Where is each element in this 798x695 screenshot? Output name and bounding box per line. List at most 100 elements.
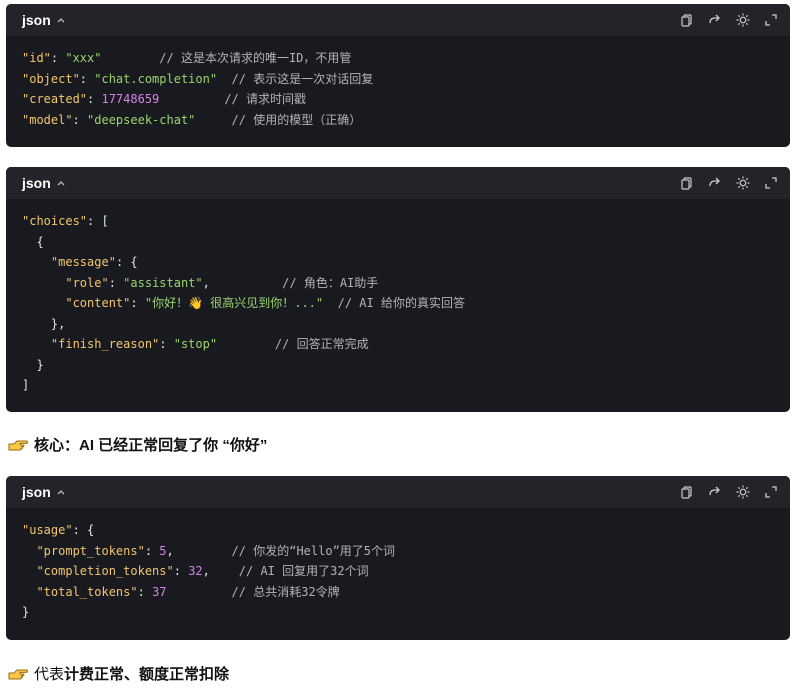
language-name: json: [22, 484, 51, 500]
code-token: // 表示这是一次对话回复: [231, 71, 374, 86]
code-token: :: [130, 296, 145, 310]
code-line: "completion_tokens": 32, // AI 回复用了32个词: [22, 564, 368, 578]
chevron-up-icon[interactable]: [55, 486, 67, 498]
code-token: 37: [152, 584, 167, 599]
code-token: }: [22, 605, 30, 619]
language-label[interactable]: json: [22, 12, 67, 28]
pointing-hand-icon: [8, 437, 28, 453]
code-tools: [680, 176, 778, 190]
code-token: // 角色：AI助手: [282, 275, 379, 290]
code-token: "total_tokens": [36, 584, 138, 599]
code-token: 17748659: [101, 92, 160, 106]
copy-icon[interactable]: [680, 485, 694, 499]
code-tools: [680, 13, 778, 27]
code-token: "你好！👋 很高兴见到你！...": [144, 296, 324, 310]
code-token: :: [72, 112, 88, 127]
code-line: "choices": [: [22, 214, 109, 228]
code-token: "object": [22, 71, 80, 86]
code-token: :: [79, 71, 95, 86]
core-note-text: 核心：AI 已经正常回复了你 “你好”: [34, 437, 268, 454]
code-block-2: json "choices": [ { "message": { "role":…: [6, 167, 790, 412]
code-token: :: [159, 337, 174, 351]
copy-icon[interactable]: [680, 13, 694, 27]
code-token: ,: [202, 564, 239, 578]
code-token: ,: [166, 543, 232, 558]
code-token: "model": [22, 112, 73, 127]
code-token: : {: [115, 255, 138, 269]
pointing-hand-icon: [8, 666, 28, 682]
code-token: "message": [50, 255, 116, 269]
code-line: "message": {: [22, 255, 138, 269]
code-token: 32: [188, 564, 203, 578]
code-token: "xxx": [65, 51, 102, 65]
code-token: // 你发的“Hello”用了5个词: [231, 543, 396, 558]
code-content: "usage": { "prompt_tokens": 5, // 你发的“He…: [6, 508, 790, 635]
code-token: "prompt_tokens": [36, 543, 145, 558]
expand-icon[interactable]: [764, 485, 778, 499]
code-token: "finish_reason": [50, 337, 160, 351]
code-token: "deepseek-chat": [87, 112, 196, 127]
code-line: "content": "你好！👋 很高兴见到你！..." // AI 给你的真实…: [22, 296, 465, 310]
code-line: "created": 17748659 // 请求时间戳: [22, 92, 306, 106]
redo-icon[interactable]: [708, 13, 722, 27]
code-token: // 总共消耗32令牌: [231, 584, 340, 599]
code-token: "choices": [22, 214, 88, 228]
code-line: "object": "chat.completion" // 表示这是一次对话回…: [22, 72, 373, 86]
code-line: },: [22, 317, 65, 331]
code-token: },: [22, 316, 66, 331]
redo-icon[interactable]: [708, 485, 722, 499]
language-label[interactable]: json: [22, 484, 67, 500]
code-line: }: [22, 357, 44, 372]
code-token: : [: [87, 214, 109, 228]
chevron-up-icon[interactable]: [55, 14, 67, 26]
theme-sun-icon[interactable]: [736, 176, 750, 190]
code-tools: [680, 485, 778, 499]
core-note: 核心：AI 已经正常回复了你 “你好”: [8, 434, 267, 455]
theme-sun-icon[interactable]: [736, 13, 750, 27]
code-line: "total_tokens": 37 // 总共消耗32令牌: [22, 584, 340, 599]
code-token: :: [108, 275, 124, 290]
code-token: // AI 给你的真实回答: [337, 296, 465, 310]
code-token: ]: [22, 378, 30, 392]
expand-icon[interactable]: [764, 176, 778, 190]
code-line: ]: [22, 378, 29, 392]
code-content: "id": "xxx" // 这是本次请求的唯一ID，不用管 "object":…: [6, 36, 790, 142]
expand-icon[interactable]: [764, 13, 778, 27]
code-token: :: [137, 584, 153, 599]
redo-icon[interactable]: [708, 176, 722, 190]
billing-note-plain: 代表: [34, 666, 65, 683]
code-line: }: [22, 605, 29, 619]
code-block-3: json "usage": { "prompt_tokens": 5, // 你…: [6, 476, 790, 640]
chevron-up-icon[interactable]: [55, 177, 67, 189]
code-token: {: [22, 234, 44, 249]
code-line: {: [22, 234, 44, 249]
code-token: }: [22, 357, 44, 372]
code-token: "created": [22, 92, 88, 106]
code-token: // 这是本次请求的唯一ID，不用管: [159, 51, 352, 65]
language-name: json: [22, 175, 51, 191]
code-token: "id": [22, 51, 51, 65]
code-token: "chat.completion": [94, 71, 218, 86]
code-token: "assistant": [123, 275, 203, 290]
code-content: "choices": [ { "message": { "role": "ass…: [6, 199, 790, 408]
code-token: ,: [202, 275, 283, 290]
code-line: "model": "deepseek-chat" // 使用的模型（正确）: [22, 113, 361, 127]
code-block-header: json: [6, 4, 790, 36]
theme-sun-icon[interactable]: [736, 485, 750, 499]
language-label[interactable]: json: [22, 175, 67, 191]
copy-icon[interactable]: [680, 176, 694, 190]
code-line: "id": "xxx" // 这是本次请求的唯一ID，不用管: [22, 51, 351, 65]
